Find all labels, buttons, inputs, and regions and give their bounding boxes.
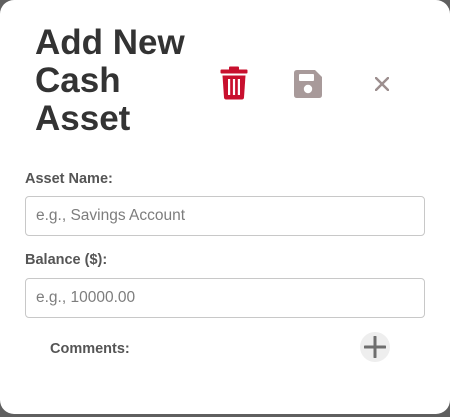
add-comment-button[interactable] bbox=[360, 332, 390, 362]
modal-title: Add New Cash Asset bbox=[35, 23, 185, 138]
asset-name-label: Asset Name: bbox=[25, 171, 113, 187]
close-button[interactable] bbox=[368, 70, 396, 98]
save-button[interactable] bbox=[290, 66, 326, 102]
delete-button[interactable] bbox=[216, 63, 252, 103]
close-x-icon bbox=[375, 77, 389, 91]
trash-icon bbox=[220, 66, 248, 100]
comments-label: Comments: bbox=[50, 341, 130, 357]
add-cash-asset-modal: Add New Cash Asset Asset Name: Balance (… bbox=[0, 0, 450, 414]
balance-label: Balance ($): bbox=[25, 252, 108, 268]
plus-icon bbox=[364, 336, 386, 358]
floppy-disk-icon bbox=[294, 70, 322, 98]
asset-name-input[interactable] bbox=[25, 196, 425, 236]
balance-input[interactable] bbox=[25, 278, 425, 318]
